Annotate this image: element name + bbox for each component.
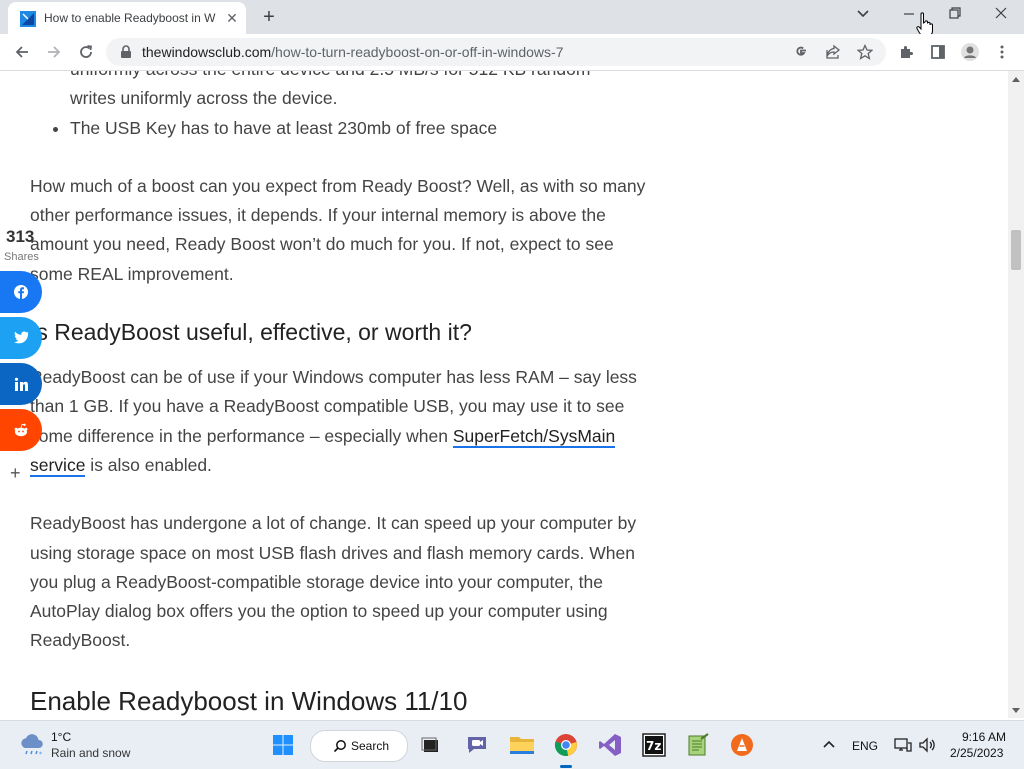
site-favicon-icon — [20, 11, 36, 27]
paragraph-use: ReadyBoost can be of use if your Windows… — [30, 363, 650, 480]
weather-rain-snow-icon[interactable]: * — [18, 733, 46, 757]
tab-search-icon[interactable] — [852, 6, 874, 26]
heading-enable: Enable Readyboost in Windows 11/10 — [30, 685, 468, 716]
forward-button[interactable] — [42, 40, 66, 64]
paragraph-change: ReadyBoost has undergone a lot of change… — [30, 513, 637, 651]
show-hidden-icons-button[interactable] — [815, 731, 843, 759]
browser-menu-icon[interactable] — [990, 40, 1014, 64]
clock-date[interactable]: 2/25/2023 — [950, 746, 1003, 760]
list-item: uniformly across the entire device and 2… — [70, 71, 650, 114]
task-view-icon[interactable] — [417, 731, 445, 759]
visual-studio-icon[interactable] — [596, 731, 624, 759]
teams-chat-icon[interactable] — [463, 731, 491, 759]
bookmark-star-icon[interactable] — [856, 43, 874, 61]
list-item-text: writes uniformly across the device. — [70, 88, 338, 109]
windows-logo-icon — [273, 735, 293, 755]
facebook-share-button[interactable] — [0, 271, 42, 313]
taskbar-search[interactable]: Search — [310, 730, 408, 762]
file-explorer-icon[interactable] — [508, 731, 536, 759]
back-button[interactable] — [10, 40, 34, 64]
url-text[interactable]: thewindowsclub.com/how-to-turn-readyboos… — [142, 44, 563, 60]
volume-icon[interactable] — [913, 731, 941, 759]
page-scrollbar[interactable] — [1008, 71, 1024, 718]
url-path: /how-to-turn-readyboost-on-or-off-in-win… — [271, 44, 564, 60]
twitter-icon — [14, 331, 29, 344]
page-content: uniformly across the entire device and 2… — [0, 71, 1008, 718]
new-tab-button[interactable]: + — [258, 7, 280, 27]
tab-strip: How to enable Readyboost in W ✕ + — [0, 0, 1024, 37]
tab-title: How to enable Readyboost in W — [44, 11, 216, 25]
scroll-up-icon[interactable] — [1012, 77, 1020, 82]
tab-close-icon[interactable]: ✕ — [224, 10, 240, 26]
lock-icon[interactable] — [120, 45, 132, 59]
side-panel-icon[interactable] — [926, 40, 950, 64]
start-button[interactable] — [269, 731, 297, 759]
scrollbar-thumb[interactable] — [1011, 230, 1021, 270]
profile-avatar-icon[interactable] — [958, 40, 982, 64]
address-bar[interactable]: thewindowsclub.com/how-to-turn-readyboos… — [106, 38, 886, 66]
extensions-icon[interactable] — [894, 40, 918, 64]
paragraph-boost: How much of a boost can you expect from … — [30, 175, 646, 284]
search-label: Search — [351, 739, 390, 753]
google-lens-icon[interactable] — [792, 43, 810, 61]
browser-toolbar: thewindowsclub.com/how-to-turn-readyboos… — [0, 34, 1024, 71]
share-page-icon[interactable] — [824, 43, 842, 61]
restore-button[interactable] — [944, 6, 966, 26]
requirements-list: uniformly across the entire device and 2… — [30, 71, 650, 143]
more-share-button[interactable]: + — [10, 463, 21, 484]
facebook-icon — [14, 285, 28, 299]
list-item-text: uniformly across the entire device and 2… — [70, 71, 590, 79]
heading-useful: Is ReadyBoost useful, effective, or wort… — [30, 319, 472, 346]
notepad-icon[interactable] — [684, 731, 712, 759]
svg-text:7z: 7z — [646, 739, 661, 753]
svg-text:*: * — [39, 751, 42, 757]
close-window-button[interactable] — [990, 6, 1012, 26]
vlc-app-icon[interactable] — [728, 731, 756, 759]
linkedin-share-button[interactable] — [0, 363, 42, 405]
search-icon — [333, 740, 346, 753]
taskbar: * 1°C Rain and snow Search 7z ENG 9:16 A… — [0, 720, 1024, 769]
article-body: uniformly across the entire device and 2… — [30, 71, 650, 717]
linkedin-icon — [14, 377, 28, 391]
reload-button[interactable] — [74, 40, 98, 64]
share-label: Shares — [4, 251, 39, 263]
paragraph-text: is also enabled. — [85, 454, 212, 475]
share-count: 313 — [6, 227, 35, 246]
twitter-share-button[interactable] — [0, 317, 42, 359]
reddit-icon — [14, 423, 28, 437]
reddit-share-button[interactable] — [0, 409, 42, 451]
7zip-icon[interactable]: 7z — [640, 731, 668, 759]
language-indicator[interactable]: ENG — [852, 739, 878, 753]
browser-tab[interactable]: How to enable Readyboost in W ✕ — [8, 2, 246, 34]
list-item: The USB Key has to have at least 230mb o… — [70, 114, 650, 143]
scroll-down-icon[interactable] — [1012, 708, 1020, 713]
url-domain: thewindowsclub.com — [142, 44, 272, 60]
weather-temperature[interactable]: 1°C — [51, 730, 71, 744]
chrome-icon[interactable] — [552, 731, 580, 759]
weather-description[interactable]: Rain and snow — [51, 746, 130, 760]
clock-time[interactable]: 9:16 AM — [962, 730, 1006, 744]
